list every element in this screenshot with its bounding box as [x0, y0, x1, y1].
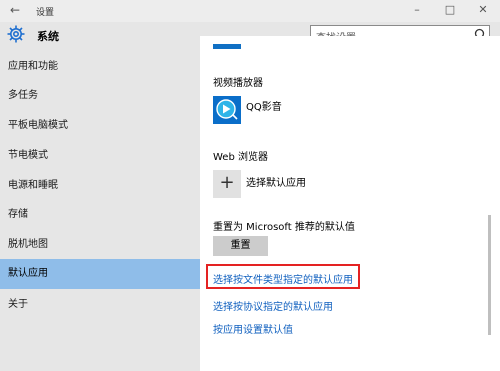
- choose-default-app-tile[interactable]: +: [213, 170, 241, 198]
- video-player-label: 视频播放器: [213, 78, 263, 89]
- reset-label: 重置为 Microsoft 推荐的默认值: [213, 222, 355, 233]
- link-set-defaults-by-app[interactable]: 按应用设置默认值: [213, 321, 293, 336]
- web-browser-label: Web 浏览器: [213, 152, 268, 163]
- plus-icon: +: [219, 172, 235, 193]
- scrollbar-thumb[interactable]: [488, 215, 491, 335]
- video-app-name[interactable]: QQ影音: [246, 98, 282, 113]
- maximize-icon[interactable]: □: [440, 3, 460, 16]
- previous-app-icon-partial[interactable]: [213, 44, 241, 49]
- sidebar-item-multitasking[interactable]: 多任务: [0, 81, 200, 110]
- window-title: 设置: [36, 8, 55, 18]
- sidebar: 应用和功能 多任务 平板电脑模式 节电模式 电源和睡眠 存储 脱机地图 默认应用…: [0, 50, 200, 371]
- sidebar-item-apps-features[interactable]: 应用和功能: [0, 52, 200, 81]
- gear-icon: [7, 25, 25, 43]
- back-arrow-icon[interactable]: ←: [10, 3, 20, 17]
- sidebar-item-storage[interactable]: 存储: [0, 200, 200, 229]
- sidebar-item-tablet-mode[interactable]: 平板电脑模式: [0, 111, 200, 140]
- sidebar-item-default-apps[interactable]: 默认应用: [0, 259, 200, 289]
- sidebar-item-offline-maps[interactable]: 脱机地图: [0, 230, 200, 259]
- link-default-by-file-type[interactable]: 选择按文件类型指定的默认应用: [213, 271, 353, 286]
- link-default-by-protocol[interactable]: 选择按协议指定的默认应用: [213, 298, 333, 313]
- play-icon: [216, 99, 238, 120]
- page-title: 系统: [37, 30, 59, 43]
- title-bar: ← 设置 – □ ✕: [0, 0, 500, 22]
- choose-default-app-label[interactable]: 选择默认应用: [246, 174, 306, 189]
- minimize-icon[interactable]: –: [407, 3, 427, 16]
- reset-button[interactable]: 重置: [213, 236, 268, 256]
- sidebar-item-battery-saver[interactable]: 节电模式: [0, 141, 200, 170]
- sidebar-item-power-sleep[interactable]: 电源和睡眠: [0, 171, 200, 200]
- sidebar-item-about[interactable]: 关于: [0, 290, 200, 319]
- close-icon[interactable]: ✕: [473, 3, 493, 16]
- qq-player-app-icon[interactable]: [213, 96, 241, 124]
